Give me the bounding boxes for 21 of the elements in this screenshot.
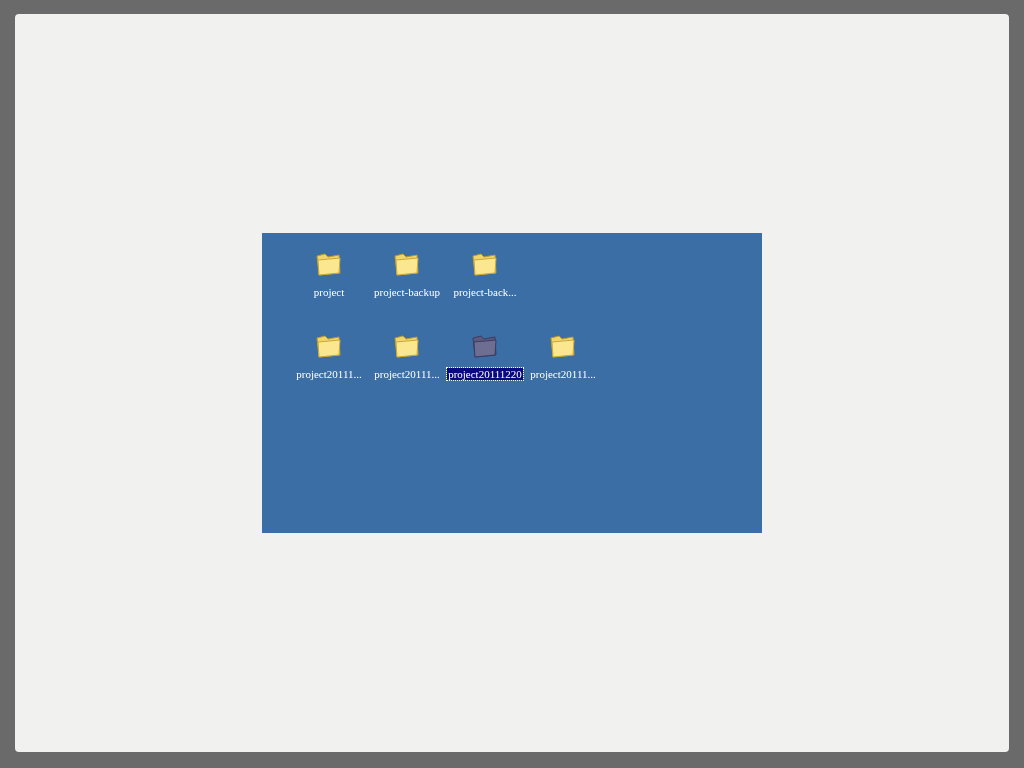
icon-label: project20111...: [373, 368, 441, 380]
desktop-icon[interactable]: project20111...: [368, 333, 446, 401]
folder-icon: [315, 333, 343, 359]
desktop-icon[interactable]: project-backup: [368, 251, 446, 319]
desktop-icon[interactable]: project: [290, 251, 368, 319]
icon-label: project20111...: [295, 368, 363, 380]
desktop-icon[interactable]: project-back...: [446, 251, 524, 319]
folder-icon: [549, 333, 577, 359]
icon-label: project20111220: [447, 368, 523, 380]
folder-icon: [393, 333, 421, 359]
desktop-icon[interactable]: project20111...: [290, 333, 368, 401]
folder-icon: [471, 251, 499, 277]
icon-label: project-backup: [373, 286, 441, 298]
desktop-icon[interactable]: project20111220: [446, 333, 524, 401]
icon-label: project20111...: [529, 368, 597, 380]
folder-icon: [471, 333, 499, 359]
desktop-icon[interactable]: project20111...: [524, 333, 602, 401]
folder-icon: [393, 251, 421, 277]
icon-label: project-back...: [452, 286, 518, 298]
folder-icon: [315, 251, 343, 277]
icon-label: project: [312, 286, 346, 298]
